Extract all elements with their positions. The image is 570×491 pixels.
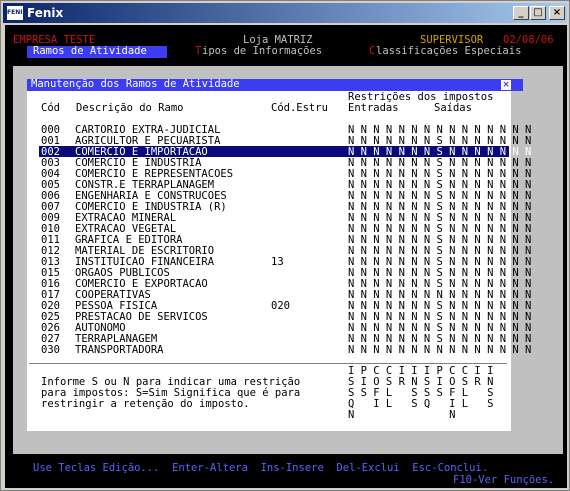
minimize-button[interactable]: _	[513, 6, 529, 20]
info-line-3: restringir a retenção do imposto.	[41, 398, 250, 410]
header-saidas: Saídas	[434, 102, 472, 114]
menu-tipos-hotkey[interactable]: T	[195, 46, 201, 57]
row-restricoes: N N N N N N N N N N N N N N N	[348, 344, 532, 356]
status-help-functions: F10-Ver Funções.	[453, 474, 555, 486]
header-cod: Cód	[41, 102, 60, 114]
status-help-line: Use Teclas Edição... Enter-Altera Ins-In…	[33, 462, 489, 474]
row-cod: 030	[41, 344, 60, 356]
menu-ramos-de-atividade[interactable]: Ramos de Atividade	[33, 46, 147, 57]
dialog-close-button[interactable]: ×	[501, 80, 511, 90]
close-button[interactable]: ×	[549, 6, 565, 20]
dialog-title-bar: Manutenção dos Ramos de Atividade	[27, 79, 523, 91]
dialog-title: Manutenção dos Ramos de Atividade	[31, 78, 240, 90]
maximize-button[interactable]: □	[530, 6, 546, 20]
menu-classificacoes-hotkey[interactable]: C	[369, 46, 375, 57]
window-title: Fenix	[27, 6, 64, 20]
info-separator	[29, 363, 507, 364]
row-cod-estru: 13	[271, 256, 284, 268]
application-window: FENIX Fenix _ □ × EMPRESA TESTE Loja MAT…	[0, 0, 570, 491]
header-descricao: Descrição do Ramo	[76, 102, 184, 114]
row-cod-estru: 020	[271, 300, 290, 312]
menu-tipos-de-informacoes[interactable]: ipos de Informações	[202, 46, 322, 57]
header-entradas: Entradas	[348, 102, 399, 114]
title-bar[interactable]: FENIX Fenix _ □ ×	[3, 3, 567, 23]
header-cod-estru: Cód.Estru	[271, 102, 328, 114]
legend-line-5: N N	[348, 409, 456, 421]
row-descricao: TRANSPORTADORA	[75, 344, 164, 356]
app-icon: FENIX	[7, 6, 27, 20]
menu-classificacoes-especiais[interactable]: lassificações Especiais	[376, 46, 521, 57]
